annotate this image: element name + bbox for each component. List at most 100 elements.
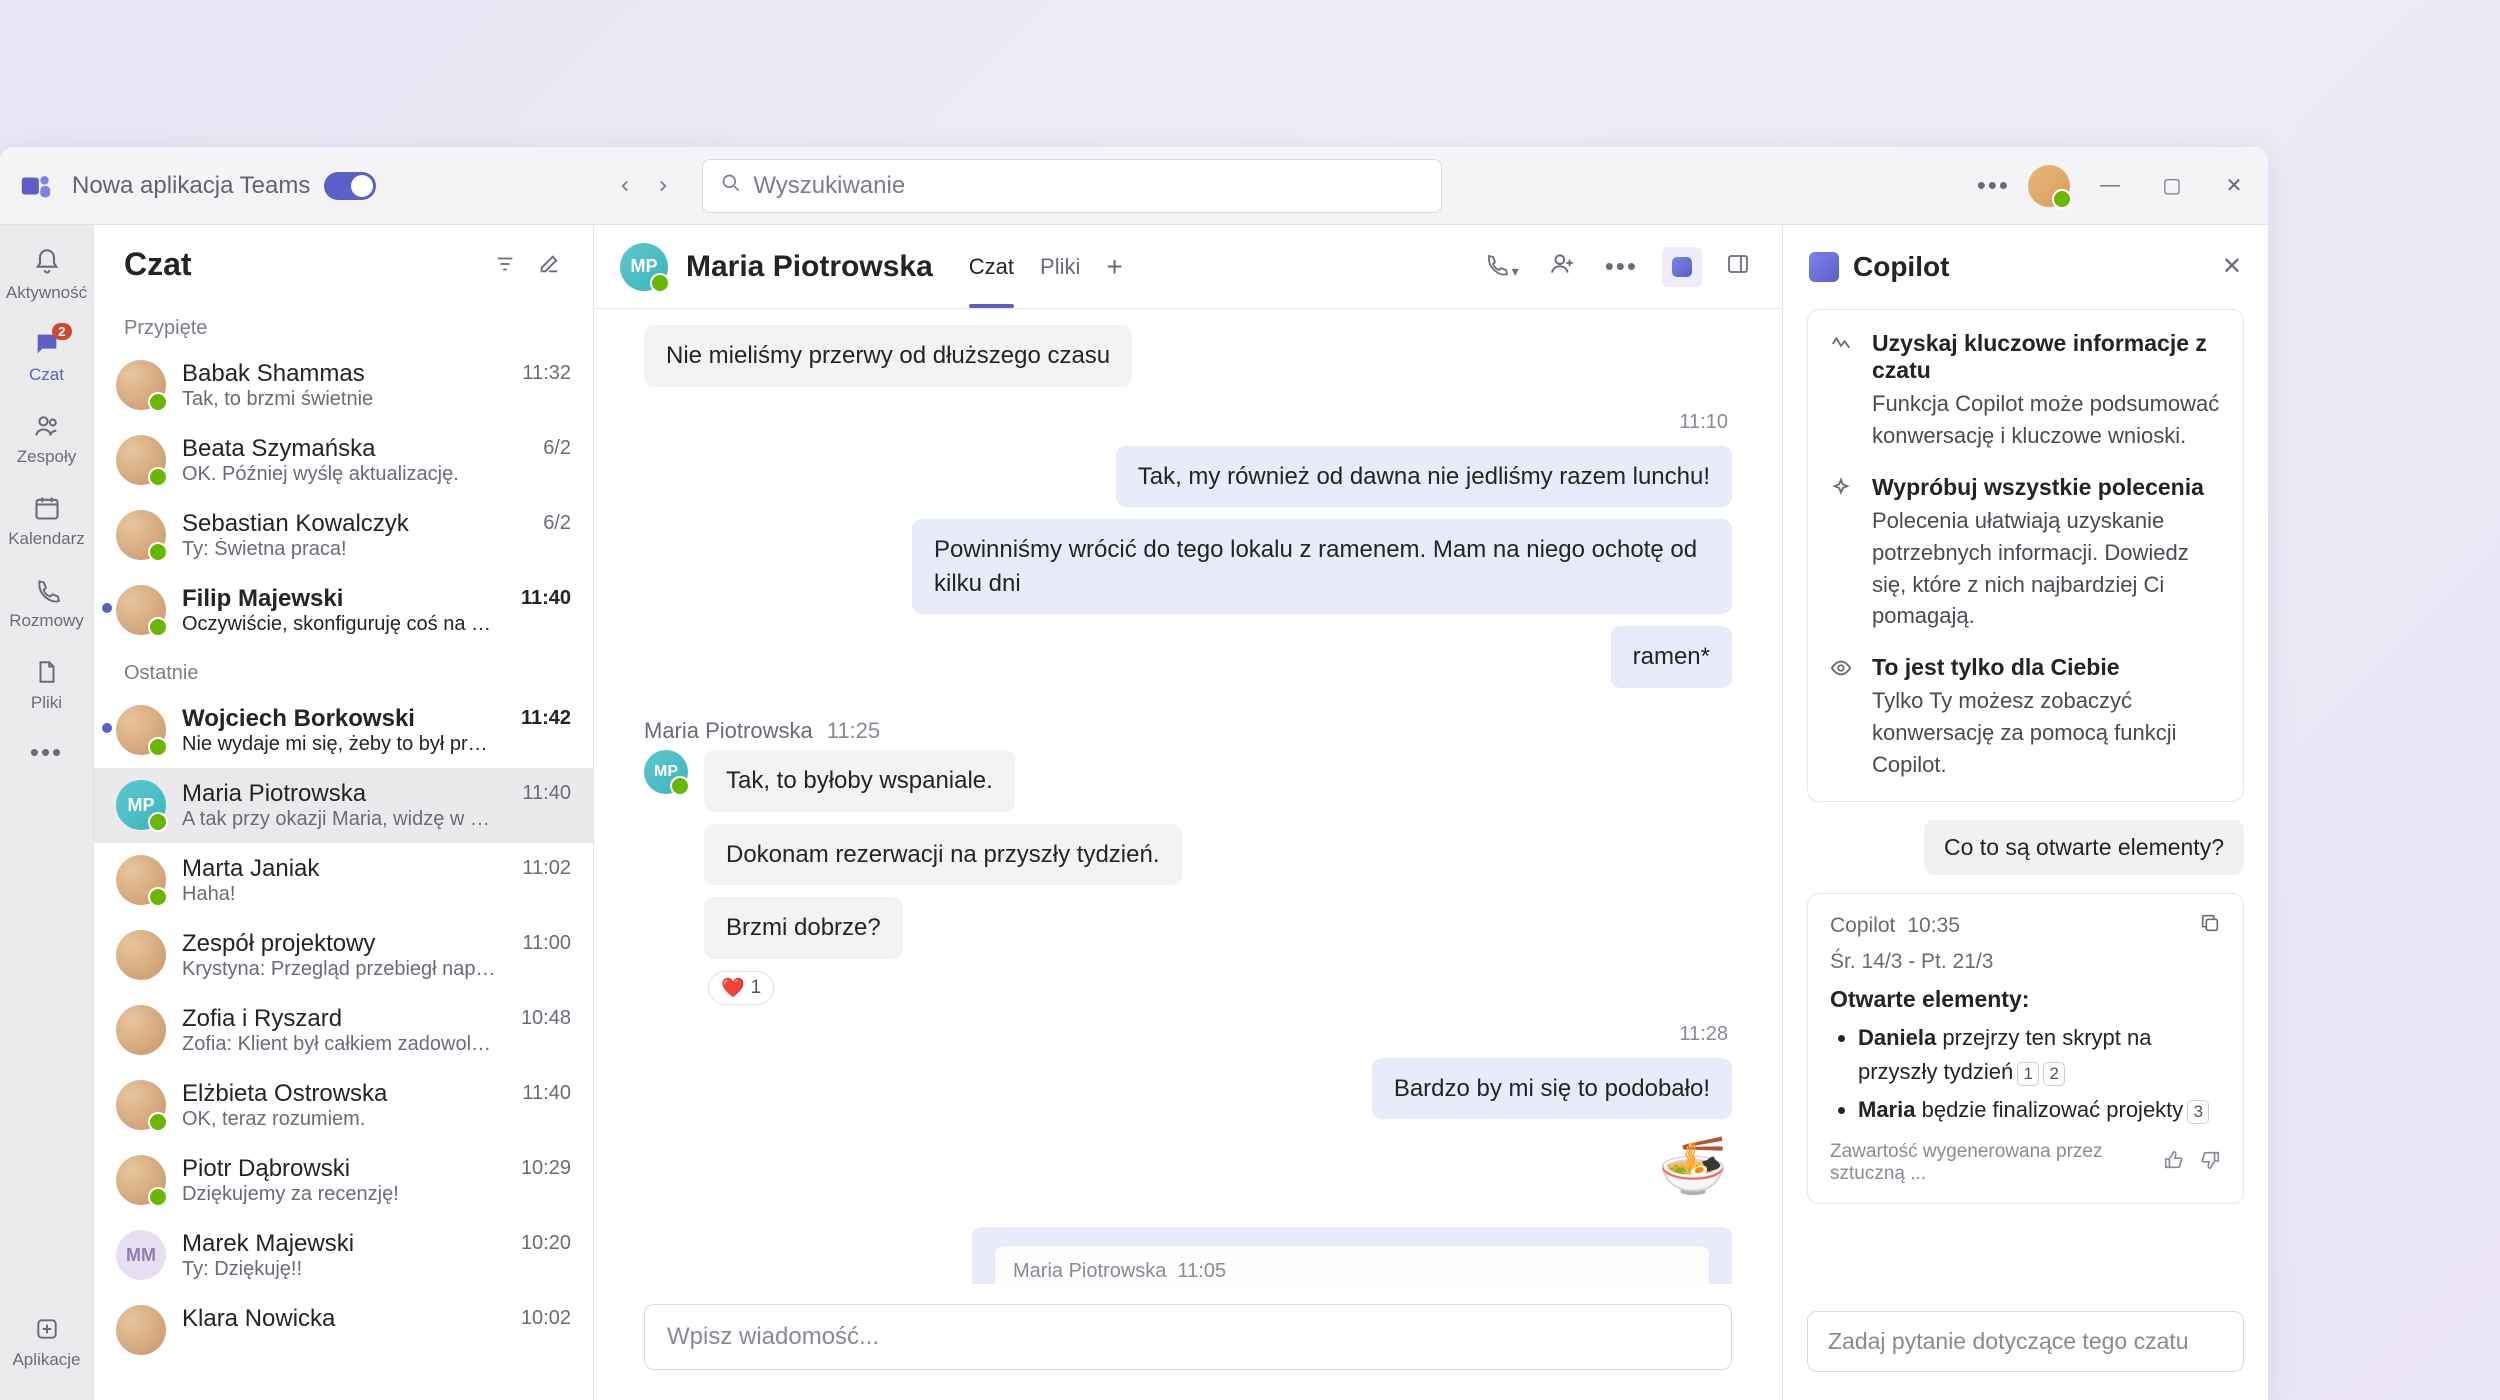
chat-row[interactable]: Zofia i RyszardZofia: Klient był całkiem… [94, 993, 593, 1068]
chat-main: MP Maria Piotrowska Czat Pliki + ▾ ••• N… [594, 225, 1782, 1400]
copilot-logo-icon [1809, 252, 1839, 282]
tab-files[interactable]: Pliki [1040, 226, 1080, 308]
insights-icon [1830, 330, 1856, 452]
unread-indicator [102, 603, 112, 613]
chat-row[interactable]: Beata SzymańskaOK. Później wyślę aktuali… [94, 423, 593, 498]
chat-row[interactable]: MM Marek MajewskiTy: Dziękuję!! 10:20 [94, 1218, 593, 1293]
avatar [116, 1155, 166, 1205]
chatlist-title: Czat [124, 246, 479, 283]
message-in[interactable]: Tak, to byłoby wspaniale. [704, 750, 1015, 812]
message-in[interactable]: Dokonam rezerwacji na przyszły tydzień. [704, 824, 1182, 886]
message-out[interactable]: Tak, my również od dawna nie jedliśmy ra… [1116, 446, 1732, 508]
open-panel-button[interactable] [1720, 246, 1756, 287]
chat-row[interactable]: Filip MajewskiOczywiście, skonfiguruję c… [94, 573, 593, 648]
message-out[interactable]: Bardzo by mi się to podobało! [1372, 1058, 1732, 1120]
chat-more-button[interactable]: ••• [1599, 245, 1644, 288]
file-icon [30, 655, 64, 689]
copilot-close-button[interactable]: ✕ [2222, 252, 2242, 281]
copy-icon[interactable] [2199, 912, 2221, 940]
chat-unread-badge: 2 [52, 323, 71, 340]
rail-files[interactable]: Pliki [0, 645, 94, 723]
add-tab-button[interactable]: + [1106, 251, 1122, 283]
copilot-panel: Copilot ✕ Uzyskaj kluczowe informacje z … [1782, 225, 2268, 1400]
rail-more[interactable]: ••• [30, 737, 63, 768]
avatar [116, 360, 166, 410]
sparkle-icon [1830, 474, 1856, 633]
me-avatar[interactable] [2028, 165, 2070, 207]
message-out[interactable]: Powinniśmy wrócić do tego lokalu z ramen… [912, 519, 1732, 614]
message-out[interactable]: ramen* [1611, 626, 1732, 688]
copilot-suggestion-chip[interactable]: Co to są otwarte elementy? [1924, 820, 2244, 875]
chat-scroll-area[interactable]: Nie mieliśmy przerwy od dłuższego czasu … [594, 309, 1782, 1284]
copilot-tip: To jest tylko dla CiebieTylko Ty możesz … [1830, 654, 2221, 781]
reference-pill[interactable]: 3 [2187, 1100, 2209, 1124]
copilot-tips-card: Uzyskaj kluczowe informacje z czatuFunkc… [1807, 309, 2244, 802]
thumbs-up-button[interactable] [2163, 1149, 2185, 1177]
avatar [116, 585, 166, 635]
thumbs-down-button[interactable] [2199, 1149, 2221, 1177]
avatar [116, 855, 166, 905]
search-input[interactable]: Wyszukiwanie [702, 159, 1442, 213]
avatar: MM [116, 1230, 166, 1280]
rail-calls[interactable]: Rozmowy [0, 563, 94, 641]
filter-icon[interactable] [487, 246, 523, 282]
rail-calendar[interactable]: Kalendarz [0, 481, 94, 559]
eye-icon [1830, 654, 1856, 781]
window-close-button[interactable]: ✕ [2212, 164, 2256, 208]
chat-row[interactable]: Wojciech BorkowskiNie wydaje mi się, żeb… [94, 693, 593, 768]
message-in[interactable]: Nie mieliśmy przerwy od dłuższego czasu [644, 325, 1132, 387]
message-avatar: MP [644, 750, 688, 794]
settings-more-icon[interactable]: ••• [1977, 170, 2010, 201]
call-button[interactable]: ▾ [1478, 246, 1525, 287]
ramen-emoji[interactable]: 🍜 [1658, 1133, 1728, 1199]
reference-pill[interactable]: 1 [2017, 1062, 2039, 1086]
chat-row[interactable]: Klara Nowicka 10:02 [94, 1293, 593, 1367]
calendar-icon [30, 491, 64, 525]
message-in[interactable]: Brzmi dobrze? [704, 897, 903, 959]
copilot-input[interactable]: Zadaj pytanie dotyczące tego czatu [1807, 1311, 2244, 1372]
reference-pill[interactable]: 2 [2043, 1062, 2065, 1086]
rail-chat[interactable]: 2 Czat [0, 317, 94, 395]
avatar [116, 435, 166, 485]
heart-icon: ❤️ [721, 976, 745, 1000]
rail-activity[interactable]: Aktywność [0, 235, 94, 313]
chat-row[interactable]: Sebastian KowalczykTy: Świetna praca! 6/… [94, 498, 593, 573]
rail-teams[interactable]: Zespoły [0, 399, 94, 477]
tab-chat[interactable]: Czat [969, 226, 1014, 308]
new-chat-icon[interactable] [531, 246, 567, 282]
search-icon [721, 172, 741, 200]
list-item: Daniela przejrzy ten skrypt na przyszły … [1858, 1021, 2221, 1089]
add-people-button[interactable] [1543, 245, 1581, 288]
window-minimize-button[interactable]: — [2088, 164, 2132, 208]
sender-label: Maria Piotrowska 11:25 [644, 718, 880, 744]
titlebar: Nowa aplikacja Teams Wyszukiwanie ••• — … [0, 147, 2268, 225]
window-maximize-button[interactable]: ▢ [2150, 164, 2194, 208]
teams-logo-icon [18, 168, 54, 204]
chat-row[interactable]: Elżbieta OstrowskaOK, teraz rozumiem. 11… [94, 1068, 593, 1143]
copilot-toggle-button[interactable] [1662, 247, 1702, 287]
chat-header-avatar[interactable]: MP [620, 243, 668, 291]
copilot-header: Copilot ✕ [1783, 225, 2268, 309]
unread-indicator [102, 723, 112, 733]
copilot-tip: Wypróbuj wszystkie poleceniaPolecenia uł… [1830, 474, 2221, 633]
timestamp: 11:28 [1679, 1023, 1728, 1046]
chat-row[interactable]: Babak ShammasTak, to brzmi świetnie 11:3… [94, 348, 593, 423]
phone-icon [30, 573, 64, 607]
chat-row[interactable]: Piotr DąbrowskiDziękujemy za recenzję! 1… [94, 1143, 593, 1218]
apps-icon [30, 1312, 64, 1346]
copilot-response-card: Copilot 10:35 Śr. 14/3 - Pt. 21/3 Otwart… [1807, 893, 2244, 1204]
rail-apps[interactable]: Aplikacje [0, 1302, 94, 1380]
message-composer[interactable]: Wpisz wiadomość... [644, 1304, 1732, 1370]
avatar [116, 1305, 166, 1355]
new-app-toggle[interactable] [324, 172, 376, 200]
chat-row[interactable]: MP Maria PiotrowskaA tak przy okazji Mar… [94, 768, 593, 843]
nav-forward-button[interactable] [644, 167, 682, 205]
chat-list-panel: Czat Przypięte Babak ShammasTak, to brzm… [94, 225, 594, 1400]
nav-back-button[interactable] [606, 167, 644, 205]
chat-row[interactable]: Marta JaniakHaha! 11:02 [94, 843, 593, 918]
timestamp: 11:10 [1679, 411, 1728, 434]
reaction-pill[interactable]: ❤️1 [708, 971, 774, 1005]
chat-row[interactable]: Zespół projektowyKrystyna: Przegląd prze… [94, 918, 593, 993]
teams-window: Nowa aplikacja Teams Wyszukiwanie ••• — … [0, 147, 2268, 1400]
quoted-reply[interactable]: Maria Piotrowska 11:05 Oto najnowszy dok… [972, 1227, 1732, 1284]
